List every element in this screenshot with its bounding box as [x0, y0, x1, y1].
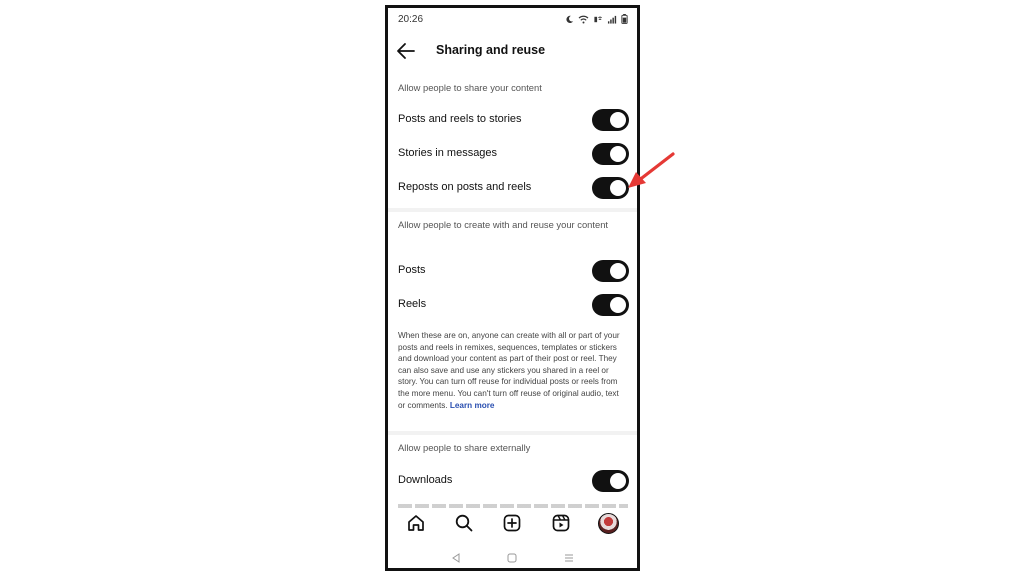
profile-avatar: [598, 512, 620, 534]
setting-row-reels[interactable]: Reels: [388, 289, 637, 321]
system-recents-button[interactable]: [562, 551, 576, 565]
setting-label: Posts: [398, 264, 426, 276]
setting-row-posts-reels-stories[interactable]: Posts and reels to stories: [388, 104, 637, 136]
toggle-reels[interactable]: [592, 294, 629, 316]
setting-row-stories-messages[interactable]: Stories in messages: [388, 138, 637, 170]
wifi-call-icon: [593, 15, 603, 24]
setting-label: Stories in messages: [398, 147, 498, 159]
page-title: Sharing and reuse: [436, 43, 546, 57]
status-time: 20:26: [398, 13, 424, 25]
wifi-icon: [578, 15, 589, 24]
nav-profile[interactable]: [597, 511, 621, 535]
system-back-button[interactable]: [449, 551, 463, 565]
annotation-arrow-icon: [628, 152, 675, 188]
back-arrow-icon: [397, 43, 415, 59]
setting-label: Downloads: [398, 474, 453, 486]
setting-label: Reels: [398, 298, 427, 310]
recents-menu-icon: [564, 554, 573, 562]
home-icon: [408, 515, 424, 531]
reuse-info-body: When these are on, anyone can create wit…: [398, 331, 620, 410]
back-triangle-icon: [452, 553, 460, 563]
setting-row-posts[interactable]: Posts: [388, 255, 637, 287]
section-divider: [388, 431, 637, 435]
system-nav-bar: [388, 546, 637, 568]
toggle-downloads[interactable]: [592, 470, 629, 492]
section-header-external: Allow people to share externally: [398, 442, 531, 453]
toggle-knob: [610, 297, 626, 313]
nav-reels[interactable]: [549, 511, 573, 535]
moon-icon: [565, 15, 574, 24]
toggle-posts[interactable]: [592, 260, 629, 282]
section-divider: [388, 208, 637, 212]
status-icons: [565, 14, 628, 24]
reuse-info-text: When these are on, anyone can create wit…: [398, 330, 623, 411]
battery-icon: [621, 14, 628, 24]
learn-more-link[interactable]: Learn more: [450, 401, 495, 410]
setting-row-downloads[interactable]: Downloads: [388, 465, 637, 497]
reels-icon: [552, 514, 570, 532]
create-icon: [504, 514, 521, 532]
setting-label: Posts and reels to stories: [398, 113, 522, 125]
nav-create[interactable]: [500, 511, 524, 535]
setting-label: Reposts on posts and reels: [398, 181, 532, 193]
signal-icon: [607, 15, 617, 24]
system-home-button[interactable]: [505, 551, 519, 565]
app-header: Sharing and reuse: [388, 36, 637, 66]
toggle-knob: [610, 112, 626, 128]
section-header-share: Allow people to share your content: [398, 82, 542, 93]
toggle-knob: [610, 263, 626, 279]
search-icon: [456, 514, 473, 532]
section-header-create-reuse: Allow people to create with and reuse yo…: [398, 219, 609, 230]
bottom-nav: [388, 508, 637, 538]
nav-search[interactable]: [452, 511, 476, 535]
setting-row-reposts[interactable]: Reposts on posts and reels: [388, 172, 637, 204]
phone-frame: 20:26 Sharing and reuse Allow people to …: [385, 5, 640, 571]
status-bar: 20:26: [388, 8, 637, 30]
toggle-posts-reels-stories[interactable]: [592, 109, 629, 131]
toggle-knob: [610, 473, 626, 489]
nav-home[interactable]: [404, 511, 428, 535]
home-square-icon: [507, 553, 517, 563]
back-button[interactable]: [396, 42, 416, 60]
